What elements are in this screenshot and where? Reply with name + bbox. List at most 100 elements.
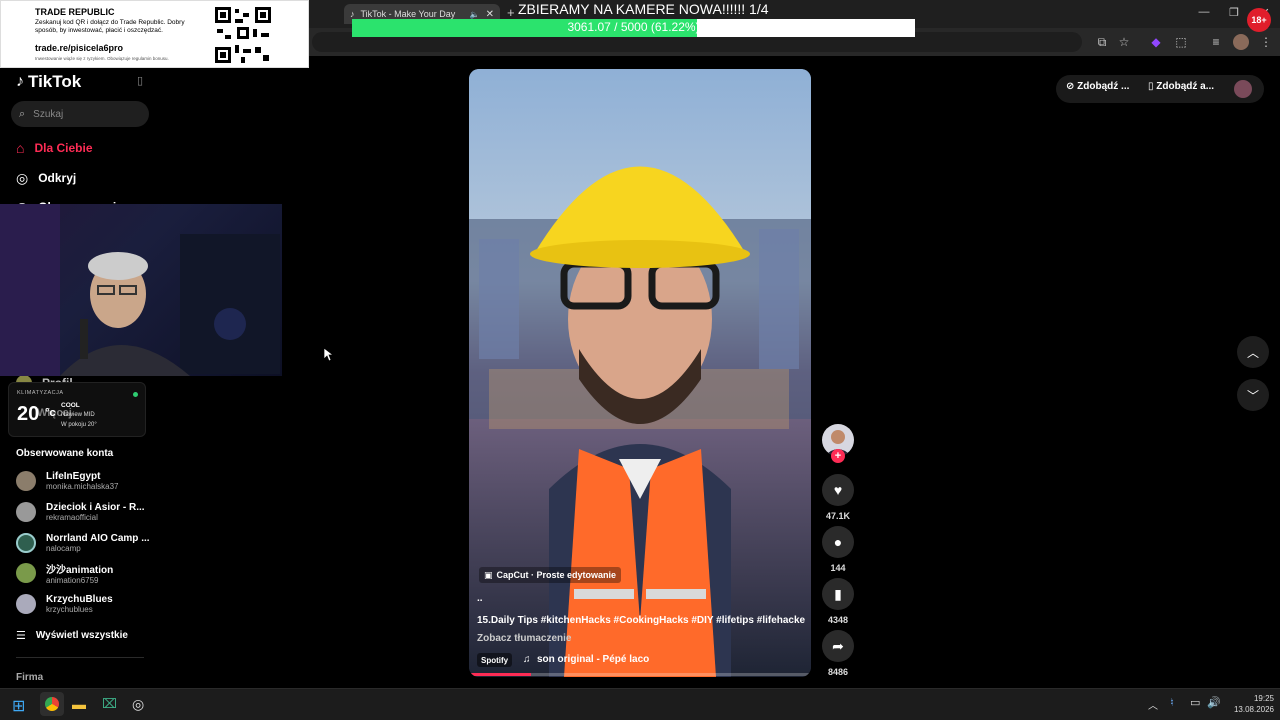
previous-video-button[interactable]: ︿: [1237, 336, 1269, 368]
search-icon: ⌕: [19, 107, 26, 120]
show-all-label: Wyświetl wszystkie: [35, 629, 128, 641]
climate-room: W pokoju 20°: [61, 422, 97, 428]
spotify-label: Spotify: [481, 655, 509, 665]
following-title: Obserwowane konta: [16, 448, 114, 459]
user-avatar[interactable]: [1234, 80, 1252, 98]
account-avatar: [16, 502, 36, 522]
media-list-icon[interactable]: ≡: [1208, 34, 1224, 50]
follow-plus-button[interactable]: +: [831, 449, 845, 463]
followed-account[interactable]: Norrland AIO Camp ... nalocamp: [16, 528, 150, 558]
mouse-cursor-icon: [324, 348, 334, 362]
account-name: Norrland AIO Camp ...: [46, 533, 150, 544]
video-progress-fill: [469, 673, 531, 676]
app-taskbar-icon[interactable]: ⌧: [102, 696, 117, 712]
video-caption[interactable]: 15.Daily Tips #kitchenHacks #CookingHack…: [477, 615, 807, 626]
file-explorer-icon[interactable]: ▬: [72, 696, 86, 712]
followed-account[interactable]: LifeInEgypt monika.michalska37: [16, 466, 118, 496]
get-coins-button[interactable]: ⊘ Zdobądź ...: [1066, 81, 1129, 92]
climate-fan: Nawiew MID: [61, 412, 95, 418]
age-badge-text: 18+: [1251, 15, 1267, 25]
account-handle: krzychublues: [46, 605, 93, 614]
goal-progress-bar: 3061.07 / 5000 (61.22%): [352, 19, 915, 37]
nav-label: Odkryj: [38, 171, 77, 185]
like-button[interactable]: ♥: [822, 474, 854, 506]
spotify-tag[interactable]: Spotify: [477, 653, 513, 667]
followed-account[interactable]: KrzychuBlues krzychublues: [16, 589, 113, 619]
divider: [16, 657, 144, 658]
chevron-up-icon: ︿: [1246, 345, 1259, 360]
trade-text: Zeskanuj kod QR i dołącz do Trade Republ…: [35, 19, 185, 34]
translate-link[interactable]: Zobacz tłumaczenie: [477, 633, 571, 644]
followed-account[interactable]: 沙沙animation animation6759: [16, 558, 113, 588]
video-progress-bar[interactable]: [469, 673, 811, 676]
search-placeholder: Szukaj: [33, 108, 64, 120]
account-avatar: [16, 471, 36, 491]
goal-progress-text: 3061.07 / 5000 (61.22%): [567, 20, 700, 34]
account-name: 沙沙animation: [46, 565, 114, 576]
save-count: 4348: [827, 615, 849, 625]
next-video-button[interactable]: ﹀: [1237, 379, 1269, 411]
show-all-button[interactable]: ☰ Wyświetl wszystkie: [16, 624, 128, 646]
new-tab-button[interactable]: +: [507, 5, 515, 20]
translate-icon[interactable]: ⧉: [1094, 34, 1110, 50]
account-avatar: [16, 563, 36, 583]
clock-time[interactable]: 19:25: [1234, 694, 1274, 703]
webcam-overlay: [0, 204, 282, 376]
speaker-icon[interactable]: 🔈: [470, 10, 480, 19]
windows-start-icon[interactable]: ⊞: [12, 696, 25, 716]
music-note-icon: ♫: [523, 654, 531, 665]
video-player[interactable]: ▣ CapCut · Proste edytowanie .. 15.Daily…: [469, 69, 811, 677]
account-avatar: [16, 533, 36, 553]
phone-icon: ▯: [1148, 81, 1154, 92]
account-handle: rekramaofficial: [46, 513, 98, 522]
network-icon[interactable]: ▭: [1190, 696, 1200, 709]
microphone-icon[interactable]: ♮: [1170, 696, 1174, 709]
climate-temp: 20: [17, 403, 40, 425]
profile-avatar[interactable]: [1233, 34, 1249, 50]
obs-taskbar-icon[interactable]: ◎: [132, 696, 144, 713]
capcut-label: CapCut · Proste edytowanie: [496, 570, 617, 580]
footer-company[interactable]: Firma: [16, 672, 43, 683]
tiktok-logo[interactable]: ♪ TikTok: [16, 72, 81, 92]
tiktok-sidebar: ♪ TikTok ▯ ⌕ Szukaj ⌂ Dla Ciebie ◎ Odkry…: [0, 68, 160, 688]
followed-account[interactable]: Dzieciok i Asior - R... rekramaofficial: [16, 497, 145, 527]
get-app-label: Zdobądź a...: [1156, 81, 1215, 92]
chrome-taskbar-icon[interactable]: [40, 692, 64, 716]
nav-for-you[interactable]: ⌂ Dla Ciebie: [16, 137, 93, 159]
logo-text: TikTok: [28, 72, 82, 91]
caption-ellipsis: ..: [477, 593, 483, 604]
capcut-tag[interactable]: ▣ CapCut · Proste edytowanie: [479, 567, 622, 583]
extensions-puzzle-icon[interactable]: ⬚: [1173, 34, 1189, 50]
clock-date[interactable]: 13.08.2026: [1220, 705, 1274, 714]
save-button[interactable]: ▮: [822, 578, 854, 610]
search-input[interactable]: ⌕ Szukaj: [11, 101, 149, 127]
bookmark-star-icon[interactable]: ☆: [1116, 34, 1132, 50]
coin-icon: ⊘: [1066, 81, 1075, 92]
minimize-icon[interactable]: —: [1197, 6, 1211, 18]
heart-icon: ♥: [833, 482, 843, 498]
bookmark-icon: ▮: [834, 585, 842, 602]
menu-dots-icon[interactable]: ⋮: [1258, 34, 1274, 50]
close-tab-icon[interactable]: ✕: [486, 9, 494, 20]
volume-icon[interactable]: 🔊: [1207, 696, 1221, 709]
show-hidden-icons[interactable]: ︿: [1148, 697, 1158, 712]
share-icon: ➦: [832, 637, 844, 654]
top-right-bar: ⊘ Zdobądź ... ▯ Zdobądź a...: [1056, 75, 1264, 103]
get-app-button[interactable]: ▯ Zdobądź a...: [1148, 81, 1214, 92]
tiktok-note-icon: ♪: [16, 73, 24, 90]
like-count: 47.1K: [825, 511, 851, 521]
extension-twitch-icon[interactable]: ◆: [1148, 34, 1164, 50]
video-frame: [469, 69, 811, 677]
nav-explore[interactable]: ◎ Odkryj: [16, 167, 76, 189]
restore-icon[interactable]: ❐: [1227, 6, 1241, 19]
get-coins-label: Zdobądź ...: [1077, 81, 1130, 92]
share-button[interactable]: ➦: [822, 630, 854, 662]
comment-button[interactable]: ●: [822, 526, 854, 558]
chevron-down-icon: ﹀: [1246, 388, 1259, 403]
comment-count: 144: [830, 563, 846, 573]
collapse-sidebar-icon[interactable]: ▯: [137, 74, 143, 87]
chrome-logo-icon: [45, 697, 59, 711]
trade-republic-banner: TRADE REPUBLIC Zeskanuj kod QR i dołącz …: [0, 0, 309, 68]
sound-name[interactable]: son original - Pépé laco: [537, 654, 649, 665]
share-count: 8486: [827, 667, 849, 677]
